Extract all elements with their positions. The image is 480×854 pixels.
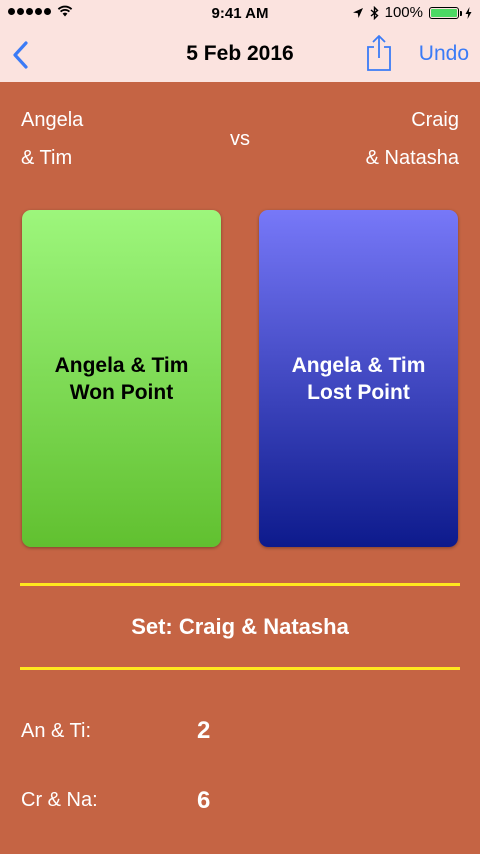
share-icon — [367, 35, 391, 71]
score-value: 6 — [197, 787, 211, 814]
lost-point-team: Angela & Tim — [291, 353, 426, 377]
navigation-bar: 5 Feb 2016 Undo — [0, 28, 480, 82]
right-team-line-2: & Natasha — [365, 147, 459, 169]
charging-icon — [465, 6, 472, 19]
page-title: 5 Feb 2016 — [186, 42, 294, 65]
score-team-name: An & Ti: — [21, 720, 92, 742]
location-arrow-icon — [352, 7, 363, 18]
set-winner-label: Set: Craig & Natasha — [131, 614, 349, 639]
undo-button[interactable]: Undo — [419, 42, 469, 66]
right-team-line-1: Craig — [411, 109, 459, 131]
won-point-button[interactable]: Angela & Tim Won Point — [22, 210, 221, 547]
battery-percent: 100% — [384, 4, 423, 21]
battery-icon — [429, 6, 462, 19]
score-value: 2 — [197, 717, 211, 744]
won-point-team: Angela & Tim — [54, 353, 189, 377]
divider-top — [20, 583, 460, 586]
status-bar: 9:41 AM 100% — [0, 0, 480, 28]
status-bar-right: 100% — [352, 4, 472, 21]
lost-point-label: Lost Point — [307, 380, 410, 404]
share-button[interactable] — [364, 33, 394, 73]
divider-bottom — [20, 667, 460, 670]
lost-point-button[interactable]: Angela & Tim Lost Point — [259, 210, 458, 547]
won-point-label: Won Point — [69, 380, 174, 404]
bluetooth-icon — [370, 5, 379, 20]
right-team-name: Craig & Natasha — [366, 101, 459, 177]
score-team-name: Cr & Na: — [21, 789, 98, 811]
